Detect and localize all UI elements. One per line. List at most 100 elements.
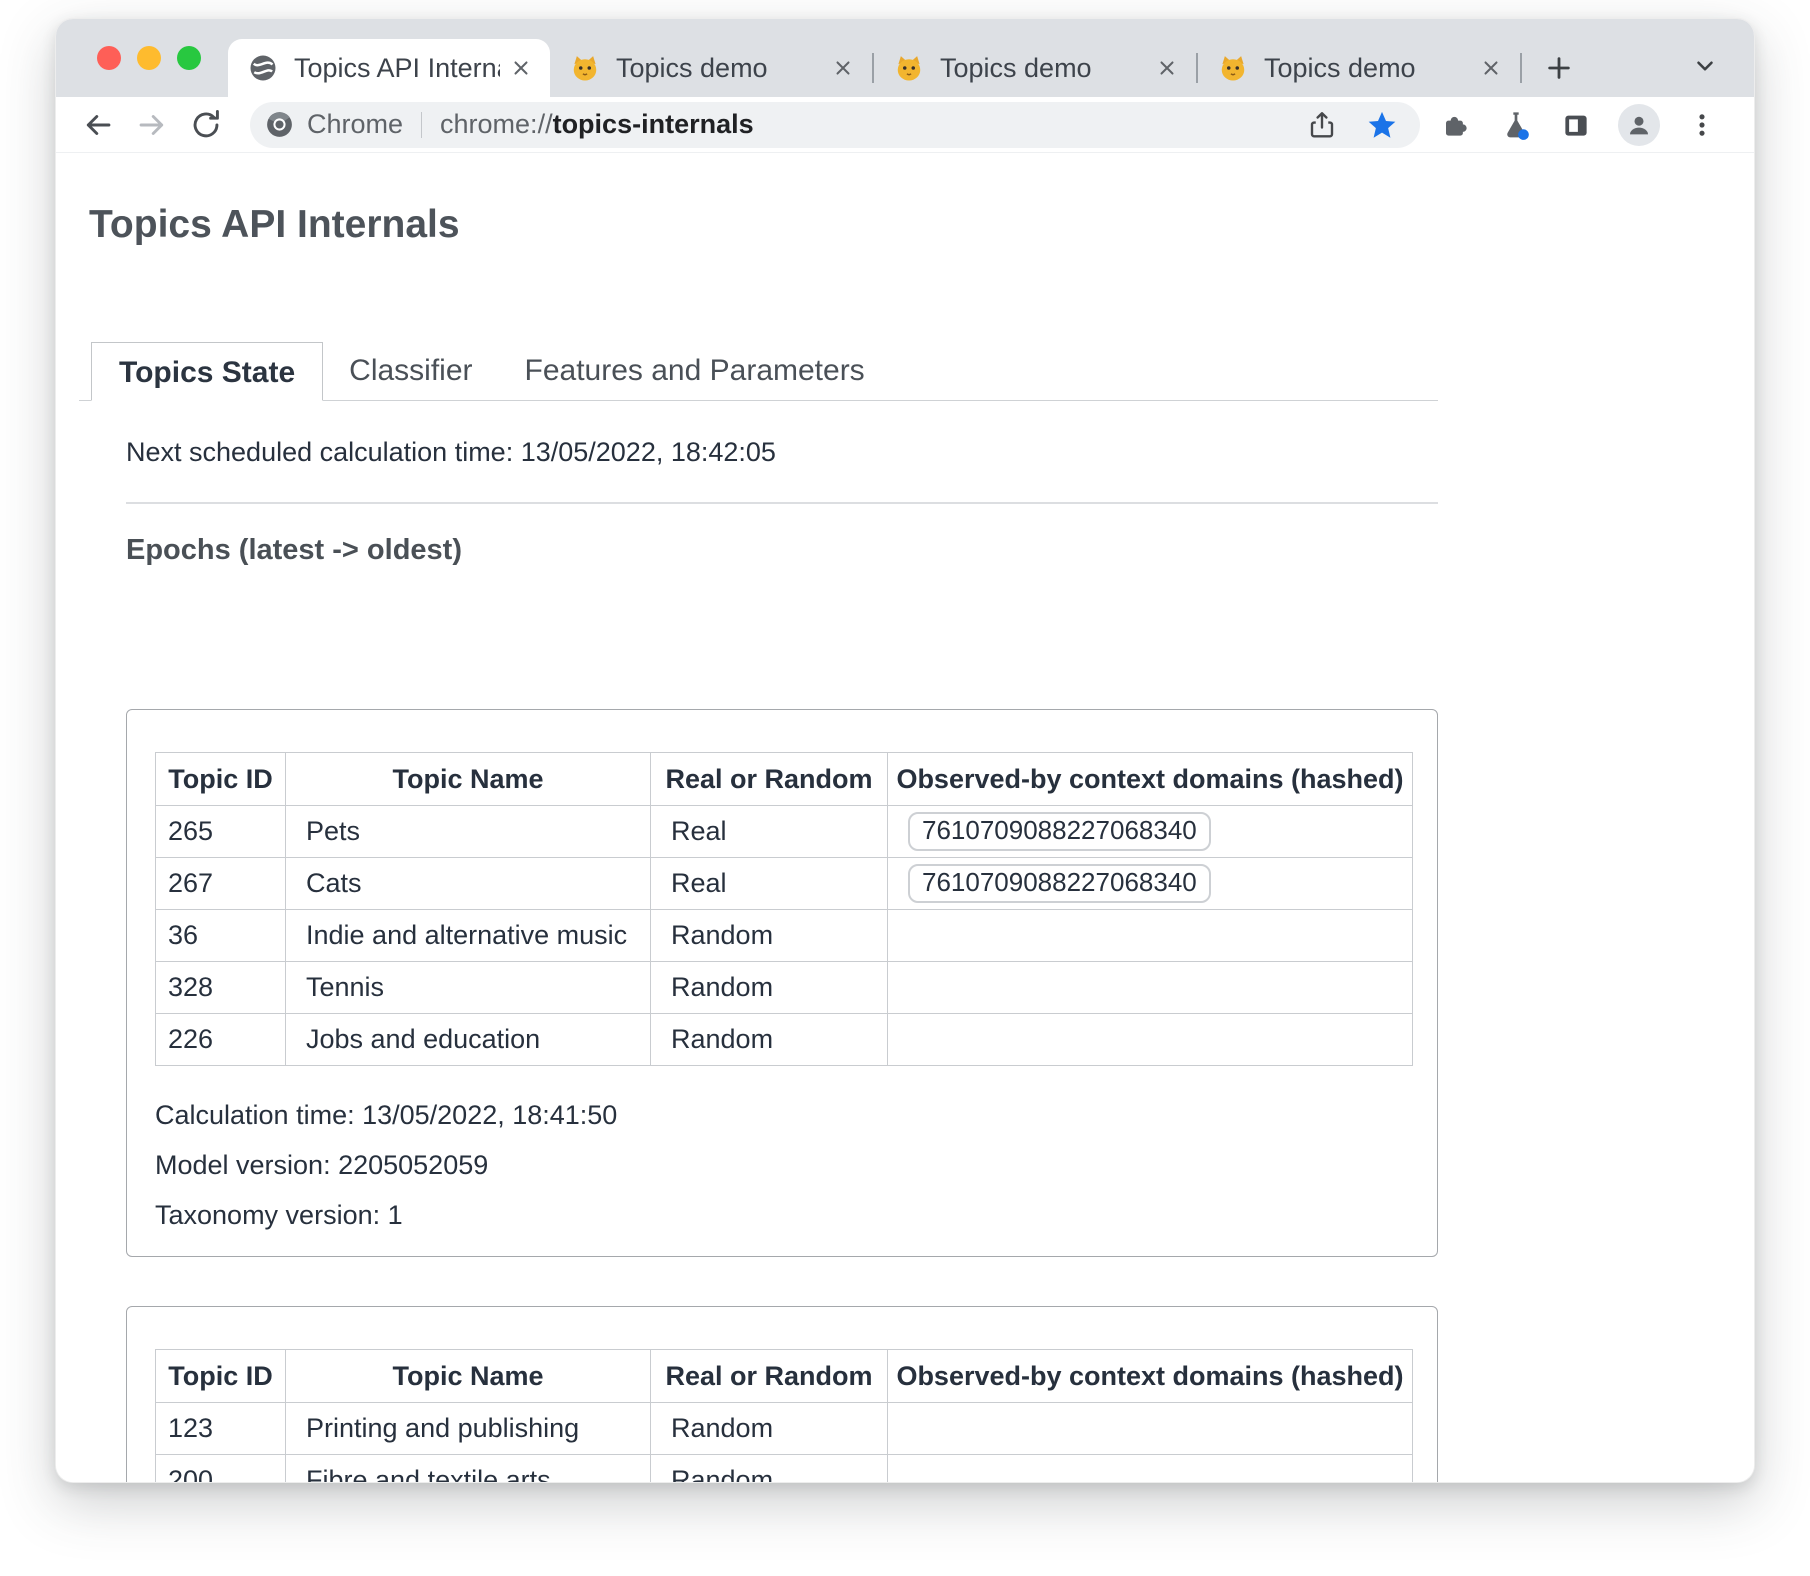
- tab-close-button[interactable]: [1476, 53, 1506, 83]
- cat-icon: [570, 53, 600, 83]
- page-title: Topics API Internals: [89, 203, 1754, 247]
- cell-real-or-random: Real: [651, 806, 888, 858]
- close-window-button[interactable]: [97, 46, 121, 70]
- table-header-row: Topic IDTopic NameReal or RandomObserved…: [156, 1350, 1413, 1403]
- experiments-button[interactable]: [1498, 107, 1534, 143]
- tab-title: Topics API Internals: [294, 53, 500, 84]
- cell-observed-domains: 7610709088227068340: [888, 806, 1413, 858]
- epoch-table: Topic IDTopic NameReal or RandomObserved…: [155, 1349, 1413, 1483]
- cat-icon: [894, 53, 924, 83]
- browser-tab[interactable]: Topics demo: [1198, 39, 1520, 97]
- cell-topic-id: 226: [156, 1014, 286, 1066]
- column-header-topic-id: Topic ID: [156, 1350, 286, 1403]
- three-dot-menu-icon: [1688, 111, 1716, 139]
- plus-icon: [1545, 54, 1573, 82]
- column-header-topic-name: Topic Name: [286, 1350, 651, 1403]
- cell-topic-name: Cats: [286, 858, 651, 910]
- cell-topic-id: 267: [156, 858, 286, 910]
- cell-topic-id: 36: [156, 910, 286, 962]
- tab-search-button[interactable]: [1688, 49, 1722, 83]
- browser-tab[interactable]: Topics demo: [550, 39, 872, 97]
- omnibox-separator: [421, 112, 422, 138]
- table-header-row: Topic IDTopic NameReal or RandomObserved…: [156, 753, 1413, 806]
- extensions-button[interactable]: [1438, 107, 1474, 143]
- profile-button[interactable]: [1618, 104, 1660, 146]
- cell-topic-name: Jobs and education: [286, 1014, 651, 1066]
- side-panel-button[interactable]: [1558, 107, 1594, 143]
- side-panel-icon: [1561, 110, 1591, 140]
- cell-real-or-random: Random: [651, 1455, 888, 1484]
- epoch-meta-line: Model version: 2205052059: [155, 1140, 1410, 1190]
- minimize-window-button[interactable]: [137, 46, 161, 70]
- cell-topic-name: Fibre and textile arts: [286, 1455, 651, 1484]
- cell-topic-id: 328: [156, 962, 286, 1014]
- back-arrow-icon: [81, 108, 115, 142]
- table-row: 226Jobs and educationRandom: [156, 1014, 1413, 1066]
- chrome-logo-icon: [266, 111, 293, 138]
- cat-icon: [1218, 53, 1248, 83]
- page-content: Topics API Internals Topics StateClassif…: [56, 153, 1754, 1483]
- page-tab-topics-state[interactable]: Topics State: [91, 342, 323, 401]
- reload-icon: [189, 108, 223, 142]
- page-tab-features-and-parameters[interactable]: Features and Parameters: [499, 341, 891, 400]
- puzzle-icon: [1441, 110, 1471, 140]
- tab-title: Topics demo: [616, 53, 822, 84]
- tab-strip: Topics API Internals Topics demo Topics …: [56, 19, 1754, 97]
- flask-icon: [1500, 109, 1532, 141]
- epoch-meta: Calculation time: 13/05/2022, 18:41:50Mo…: [155, 1090, 1410, 1240]
- share-button[interactable]: [1304, 107, 1340, 143]
- column-header-topic-name: Topic Name: [286, 753, 651, 806]
- address-bar[interactable]: Chrome chrome://topics-internals: [250, 102, 1420, 148]
- avatar-icon: [1624, 110, 1654, 140]
- forward-button[interactable]: [132, 105, 172, 145]
- observed-domain-chip: 7610709088227068340: [908, 864, 1211, 903]
- cell-topic-name: Indie and alternative music: [286, 910, 651, 962]
- menu-button[interactable]: [1684, 107, 1720, 143]
- tab-close-button[interactable]: [1152, 53, 1182, 83]
- cell-topic-name: Pets: [286, 806, 651, 858]
- share-icon: [1307, 110, 1337, 140]
- star-icon: [1366, 109, 1398, 141]
- epoch-box: Topic IDTopic NameReal or RandomObserved…: [126, 709, 1438, 1257]
- chevron-down-icon: [1692, 53, 1718, 79]
- epoch-meta-line: Calculation time: 13/05/2022, 18:41:50: [155, 1090, 1410, 1140]
- bookmark-button[interactable]: [1364, 107, 1400, 143]
- browser-tab[interactable]: Topics API Internals: [228, 39, 550, 97]
- new-tab-button[interactable]: [1536, 45, 1582, 91]
- cell-topic-id: 123: [156, 1403, 286, 1455]
- browser-tab[interactable]: Topics demo: [874, 39, 1196, 97]
- tab-title: Topics demo: [940, 53, 1146, 84]
- tab-close-button[interactable]: [828, 53, 858, 83]
- epochs-heading: Epochs (latest -> oldest): [126, 534, 1438, 567]
- browser-window: Topics API Internals Topics demo Topics …: [55, 18, 1755, 1483]
- cell-topic-name: Printing and publishing: [286, 1403, 651, 1455]
- browser-tabs: Topics API Internals Topics demo Topics …: [228, 19, 1522, 97]
- back-button[interactable]: [78, 105, 118, 145]
- reload-button[interactable]: [186, 105, 226, 145]
- epoch-table: Topic IDTopic NameReal or RandomObserved…: [155, 752, 1413, 1066]
- page-tab-classifier[interactable]: Classifier: [323, 341, 498, 400]
- url-text: chrome://topics-internals: [440, 109, 754, 140]
- cell-topic-id: 265: [156, 806, 286, 858]
- cell-observed-domains: 7610709088227068340: [888, 858, 1413, 910]
- epoch-meta-line: Taxonomy version: 1: [155, 1190, 1410, 1240]
- window-controls: [56, 19, 201, 97]
- cell-observed-domains: [888, 910, 1413, 962]
- next-calculation-time: Next scheduled calculation time: 13/05/2…: [126, 437, 1438, 468]
- cell-topic-name: Tennis: [286, 962, 651, 1014]
- cell-topic-id: 200: [156, 1455, 286, 1484]
- tab-title: Topics demo: [1264, 53, 1470, 84]
- site-label: Chrome: [307, 109, 403, 140]
- browser-toolbar: Chrome chrome://topics-internals: [56, 97, 1754, 153]
- cell-real-or-random: Random: [651, 910, 888, 962]
- zoom-window-button[interactable]: [177, 46, 201, 70]
- table-row: 36Indie and alternative musicRandom: [156, 910, 1413, 962]
- table-row: 267CatsReal 7610709088227068340: [156, 858, 1413, 910]
- table-row: 265PetsReal7610709088227068340: [156, 806, 1413, 858]
- tab-close-button[interactable]: [506, 53, 536, 83]
- cell-real-or-random: Real: [651, 858, 888, 910]
- cell-real-or-random: Random: [651, 962, 888, 1014]
- column-header-real-or-random: Real or Random: [651, 1350, 888, 1403]
- cell-observed-domains: [888, 1455, 1413, 1484]
- cell-observed-domains: [888, 1014, 1413, 1066]
